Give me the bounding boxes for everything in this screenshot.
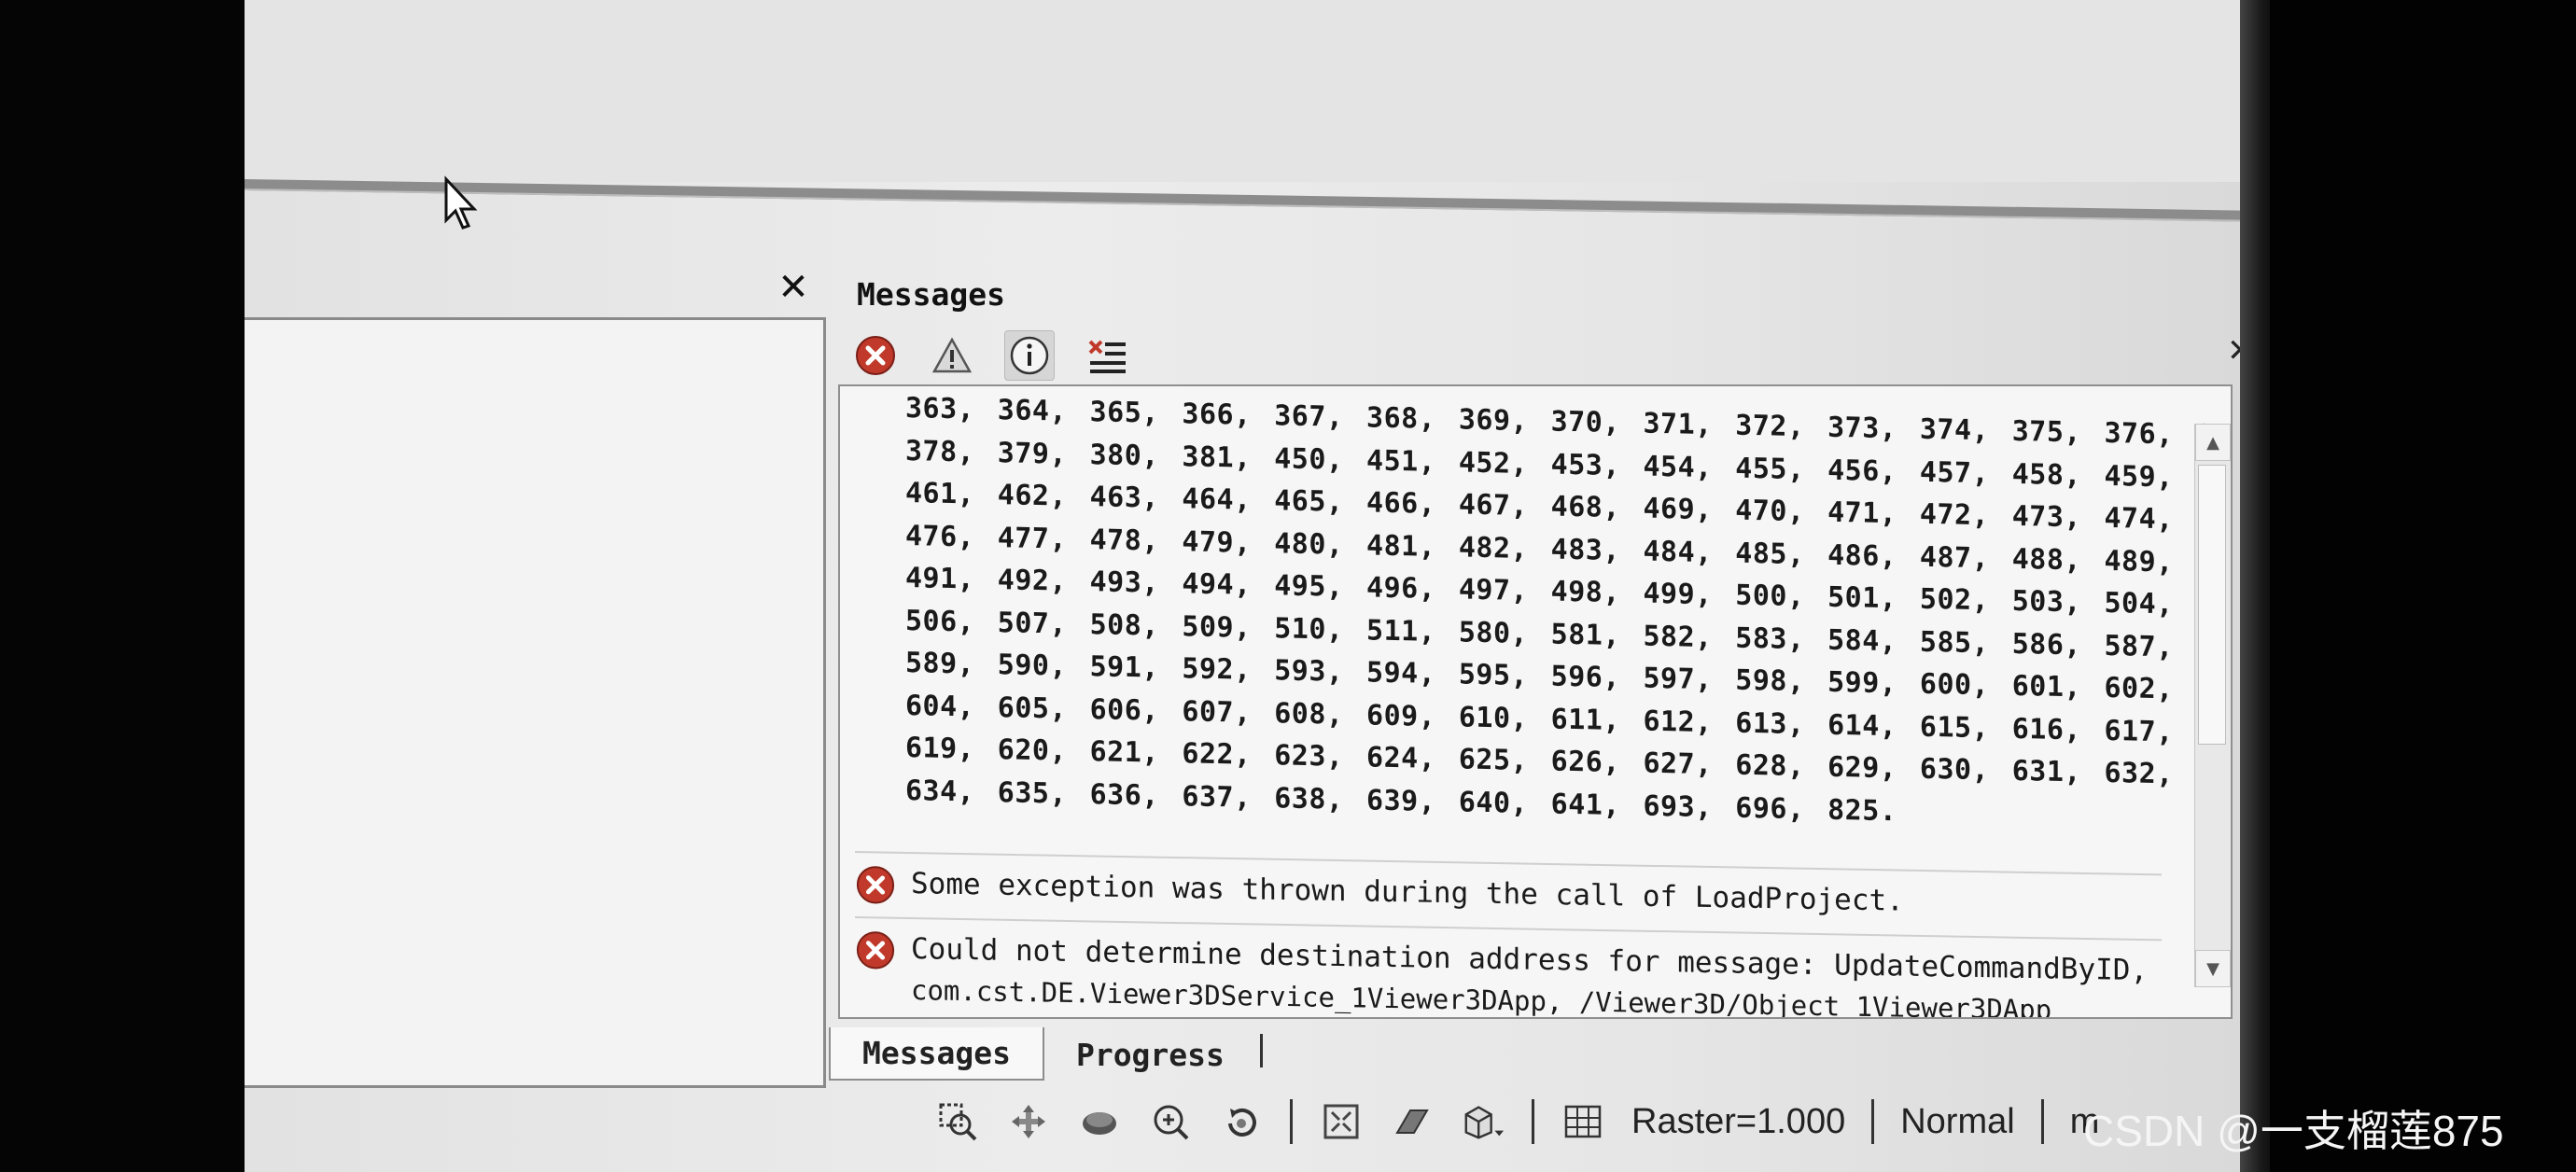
message-item-error[interactable]: Could not determine destination address … [855,916,2162,1017]
raster-readout: Raster=1.000 [1631,1101,1846,1141]
fit-view-icon[interactable] [1319,1099,1364,1144]
status-divider [1532,1099,1534,1144]
tab-divider [1259,1034,1263,1067]
left-panel-close-icon[interactable]: ✕ [775,269,812,306]
tab-messages[interactable]: Messages [829,1027,1044,1081]
error-icon [856,866,895,904]
bottom-tabs: Messages Progress [829,1019,1263,1081]
error-filter-icon [856,336,895,375]
viewport-area [245,0,2242,182]
pane-splitter[interactable] [245,179,2242,222]
view-mode[interactable]: Normal [1900,1102,2014,1142]
cutting-plane-icon[interactable] [1390,1099,1435,1144]
filter-warnings-button[interactable] [928,331,976,380]
scroll-up-arrow-icon[interactable]: ▲ [2195,424,2231,461]
mouse-pointer-icon [442,175,480,231]
rotate-view-icon[interactable] [1077,1099,1122,1144]
messages-toolbar [851,327,1131,384]
error-icon [856,931,895,970]
message-text: Some exception was thrown during the cal… [911,867,1904,918]
clear-list-icon [1088,340,1126,373]
message-item-error[interactable]: Some exception was thrown during the cal… [855,851,2162,928]
zoom-icon[interactable] [1148,1099,1193,1144]
warning-filter-icon [931,337,973,373]
messages-scrollbar[interactable]: ▲ ▼ [2194,424,2231,987]
monitor-bezel-right [2270,0,2576,1172]
tab-progress[interactable]: Progress [1044,1029,1256,1081]
info-filter-icon [1010,336,1049,375]
message-number-list: 363, 364, 365, 366, 367, 368, 369, 370, … [905,392,2231,844]
scroll-down-arrow-icon[interactable]: ▼ [2195,950,2231,987]
status-bar: Raster=1.000 Normal m [935,1094,2099,1150]
view-cube-dropdown-icon[interactable] [1461,1099,1505,1144]
status-divider [1871,1099,1875,1144]
messages-list: 363, 364, 365, 366, 367, 368, 369, 370, … [838,384,2233,1019]
filter-info-button[interactable] [1004,330,1055,381]
watermark: CSDN @一支榴莲875 [2083,1107,2504,1155]
monitor-bezel-left [0,0,245,1172]
messages-panel-title: Messages [857,276,1005,313]
zoom-box-icon[interactable] [935,1099,980,1144]
status-divider [1290,1099,1293,1144]
grid-snap-icon[interactable] [1561,1099,1605,1144]
left-panel [245,317,826,1088]
pan-icon[interactable] [1006,1099,1051,1144]
filter-errors-button[interactable] [851,331,900,380]
clear-messages-button[interactable] [1083,331,1131,380]
scroll-thumb[interactable] [2198,465,2226,745]
spin-icon[interactable] [1219,1099,1264,1144]
left-panel-header [245,269,823,315]
screen: ✕ Messages ✕ 363, 364, 365, 366, 367, 36… [245,0,2242,1172]
status-divider [2040,1099,2044,1144]
